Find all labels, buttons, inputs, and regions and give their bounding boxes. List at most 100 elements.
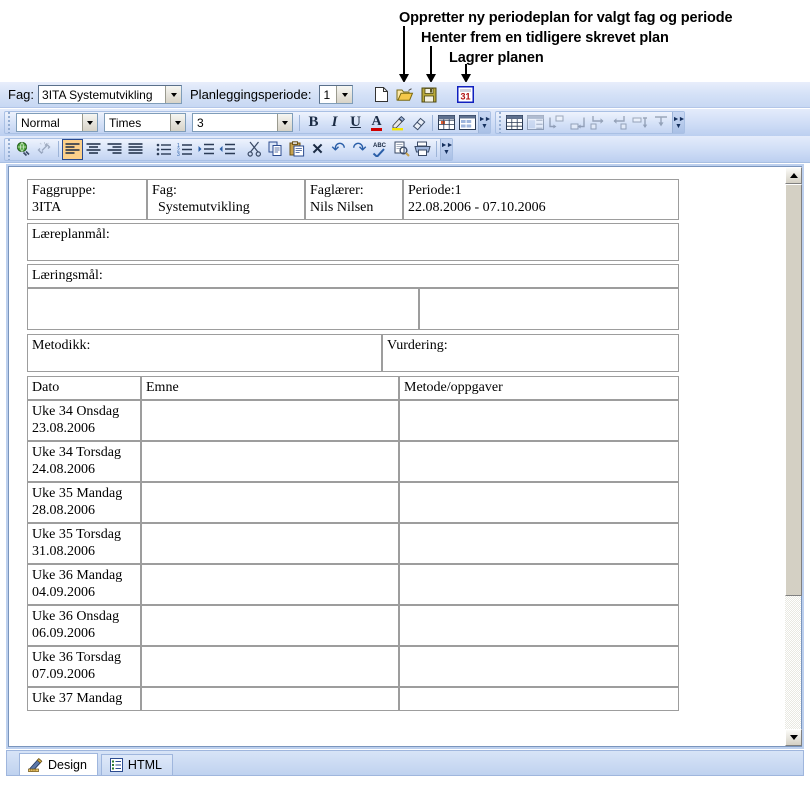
font-family-value: Times [109, 115, 142, 130]
open-document-button[interactable] [393, 84, 417, 106]
plan-emne-cell[interactable] [141, 564, 399, 605]
plan-date-cell[interactable]: Uke 37 Mandag [27, 687, 141, 711]
highlight-button[interactable] [387, 112, 408, 133]
toolbar-grip-handle[interactable] [5, 112, 13, 133]
remove-hyperlink-button[interactable] [34, 139, 55, 160]
redo-button[interactable]: ↷ [349, 139, 370, 160]
fag-cell[interactable]: Fag: Systemutvikling [147, 179, 305, 220]
copy-button[interactable] [265, 139, 286, 160]
plan-metode-cell[interactable] [399, 646, 679, 687]
align-left-button[interactable] [62, 138, 83, 160]
paragraph-style-dropdown[interactable]: Normal [16, 113, 98, 132]
plan-date-cell[interactable]: Uke 36 Onsdag 06.09.2006 [27, 605, 141, 646]
plan-metode-cell[interactable] [399, 564, 679, 605]
scroll-down-button[interactable] [785, 729, 802, 746]
font-color-button[interactable]: A [366, 112, 387, 133]
periode-cell[interactable]: Periode:1 22.08.2006 - 07.10.2006 [403, 179, 679, 220]
toolbar-overflow-button[interactable]: ►► ▼ [478, 112, 491, 133]
document-canvas[interactable]: Faggruppe: 3ITA Fag: Systemutvikling Fag… [9, 167, 784, 746]
chevron-down-icon[interactable] [82, 114, 97, 131]
vertical-scrollbar[interactable] [784, 167, 802, 746]
plan-date-cell[interactable]: Uke 34 Torsdag 24.08.2006 [27, 441, 141, 482]
planleggingsperiode-dropdown[interactable]: 1 [319, 85, 354, 104]
plan-metode-cell[interactable] [399, 687, 679, 711]
plan-emne-cell[interactable] [141, 646, 399, 687]
font-family-dropdown[interactable]: Times [104, 113, 186, 132]
laeringsmal-cell[interactable]: Læringsmål: [27, 264, 679, 288]
merge-cells-button[interactable] [525, 112, 546, 133]
align-justify-button[interactable] [125, 139, 146, 160]
plan-date-cell[interactable]: Uke 36 Mandag 04.09.2006 [27, 564, 141, 605]
align-center-button[interactable] [83, 139, 104, 160]
delete-button[interactable]: ✕ [307, 139, 328, 160]
laeringsmal-left-cell[interactable] [27, 288, 419, 330]
tab-design[interactable]: Design [19, 753, 98, 775]
numbered-list-button[interactable]: 1 2 3 [174, 139, 195, 160]
undo-button[interactable]: ↶ [328, 139, 349, 160]
plan-emne-cell[interactable] [141, 400, 399, 441]
delete-column-button[interactable] [651, 112, 672, 133]
laereplanmal-cell[interactable]: Læreplanmål: [27, 223, 679, 261]
spellcheck-button[interactable]: ABC [370, 139, 391, 160]
align-center-icon [86, 143, 101, 154]
save-document-button[interactable] [417, 84, 441, 106]
plan-date-cell[interactable]: Uke 35 Mandag 28.08.2006 [27, 482, 141, 523]
insert-row-below-button[interactable] [567, 112, 588, 133]
insert-column-right-button[interactable] [609, 112, 630, 133]
cut-button[interactable] [244, 139, 265, 160]
font-size-dropdown[interactable]: 3 [192, 113, 293, 132]
chevron-down-icon[interactable] [170, 114, 185, 131]
table-properties-button[interactable] [457, 112, 478, 133]
delete-row-button[interactable] [630, 112, 651, 133]
plan-emne-cell[interactable] [141, 482, 399, 523]
toolbar-overflow-button[interactable]: ►► ▼ [672, 112, 685, 133]
chevron-down-icon[interactable] [277, 114, 292, 131]
toolbar-overflow-button[interactable]: ►► ▼ [440, 138, 453, 160]
chevron-down-icon[interactable] [336, 86, 353, 103]
print-button[interactable] [412, 139, 433, 160]
insert-row-above-button[interactable] [546, 112, 567, 133]
clear-format-button[interactable] [408, 112, 429, 133]
indent-decrease-button[interactable] [216, 139, 237, 160]
fag-dropdown[interactable]: 3ITA Systemutvikling [38, 85, 183, 104]
plan-emne-cell[interactable] [141, 687, 399, 711]
chevron-down-icon[interactable] [165, 86, 182, 103]
plan-emne-cell[interactable] [141, 441, 399, 482]
plan-metode-cell[interactable] [399, 482, 679, 523]
scrollbar-thumb[interactable] [785, 184, 802, 596]
italic-button[interactable]: I [324, 112, 345, 133]
plan-emne-cell[interactable] [141, 605, 399, 646]
insert-column-left-button[interactable] [588, 112, 609, 133]
laeringsmal-right-cell[interactable] [419, 288, 679, 330]
plan-emne-cell[interactable] [141, 523, 399, 564]
toolbar-grip-handle[interactable] [496, 112, 504, 133]
align-right-icon [107, 143, 122, 154]
indent-increase-button[interactable] [195, 139, 216, 160]
paste-button[interactable] [286, 139, 307, 160]
insert-table-button[interactable] [436, 112, 457, 133]
vurdering-cell[interactable]: Vurdering: [382, 334, 679, 372]
insert-table-button[interactable] [504, 112, 525, 133]
plan-metode-cell[interactable] [399, 400, 679, 441]
calendar-button[interactable]: 31 [453, 84, 477, 106]
underline-button[interactable]: U [345, 112, 366, 133]
tab-html[interactable]: HTML [100, 754, 173, 775]
toolbar-grip-handle[interactable] [5, 138, 13, 160]
scroll-up-button[interactable] [785, 167, 802, 184]
faggruppe-cell[interactable]: Faggruppe: 3ITA [27, 179, 147, 220]
plan-date-cell[interactable]: Uke 35 Torsdag 31.08.2006 [27, 523, 141, 564]
plan-metode-cell[interactable] [399, 523, 679, 564]
new-document-button[interactable] [369, 84, 393, 106]
faglaerer-cell[interactable]: Faglærer: Nils Nilsen [305, 179, 403, 220]
insert-hyperlink-button[interactable] [13, 139, 34, 160]
bold-button[interactable]: B [303, 112, 324, 133]
plan-date-cell[interactable]: Uke 34 Onsdag 23.08.2006 [27, 400, 141, 441]
plan-metode-cell[interactable] [399, 441, 679, 482]
plan-metode-cell[interactable] [399, 605, 679, 646]
align-right-button[interactable] [104, 139, 125, 160]
metodikk-cell[interactable]: Metodikk: [27, 334, 382, 372]
bullet-list-button[interactable] [153, 139, 174, 160]
format-toolbar-row: Normal Times 3 B I U A ►► ▼ ►► ▼ [0, 109, 810, 136]
plan-date-cell[interactable]: Uke 36 Torsdag 07.09.2006 [27, 646, 141, 687]
print-preview-button[interactable] [391, 139, 412, 160]
